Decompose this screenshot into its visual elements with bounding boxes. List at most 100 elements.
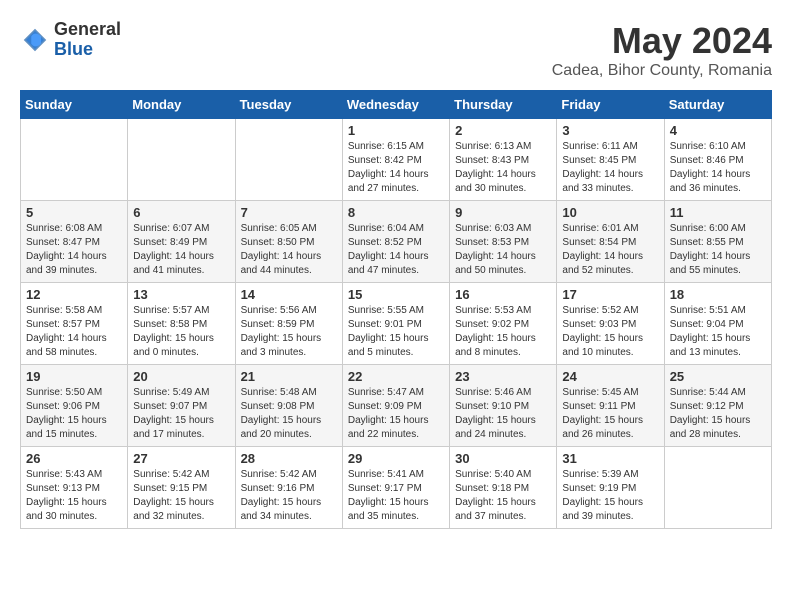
week-row-3: 12 Sunrise: 5:58 AM Sunset: 8:57 PM Dayli… — [21, 283, 772, 365]
logo-blue: Blue — [54, 40, 121, 60]
day-info: Sunrise: 6:00 AM Sunset: 8:55 PM Dayligh… — [670, 222, 766, 278]
month-title: May 2024 — [552, 20, 772, 62]
day-info: Sunrise: 5:41 AM Sunset: 9:17 PM Dayligh… — [348, 468, 444, 524]
day-info: Sunrise: 6:13 AM Sunset: 8:43 PM Dayligh… — [455, 140, 551, 196]
day-info: Sunrise: 5:40 AM Sunset: 9:18 PM Dayligh… — [455, 468, 551, 524]
day-cell: 1 Sunrise: 6:15 AM Sunset: 8:42 PM Daylig… — [342, 119, 449, 201]
day-number: 12 — [26, 287, 122, 302]
title-area: May 2024 Cadea, Bihor County, Romania — [552, 20, 772, 80]
day-cell: 26 Sunrise: 5:43 AM Sunset: 9:13 PM Dayli… — [21, 447, 128, 529]
day-number: 19 — [26, 369, 122, 384]
day-info: Sunrise: 5:53 AM Sunset: 9:02 PM Dayligh… — [455, 304, 551, 360]
day-number: 2 — [455, 123, 551, 138]
day-number: 6 — [133, 205, 229, 220]
day-number: 22 — [348, 369, 444, 384]
day-info: Sunrise: 5:58 AM Sunset: 8:57 PM Dayligh… — [26, 304, 122, 360]
weekday-header-wednesday: Wednesday — [342, 91, 449, 119]
day-number: 10 — [562, 205, 658, 220]
day-number: 11 — [670, 205, 766, 220]
day-cell: 27 Sunrise: 5:42 AM Sunset: 9:15 PM Dayli… — [128, 447, 235, 529]
day-info: Sunrise: 5:39 AM Sunset: 9:19 PM Dayligh… — [562, 468, 658, 524]
day-number: 31 — [562, 451, 658, 466]
week-row-5: 26 Sunrise: 5:43 AM Sunset: 9:13 PM Dayli… — [21, 447, 772, 529]
day-cell: 28 Sunrise: 5:42 AM Sunset: 9:16 PM Dayli… — [235, 447, 342, 529]
logo: General Blue — [20, 20, 121, 60]
day-cell: 11 Sunrise: 6:00 AM Sunset: 8:55 PM Dayli… — [664, 201, 771, 283]
day-info: Sunrise: 5:51 AM Sunset: 9:04 PM Dayligh… — [670, 304, 766, 360]
day-number: 25 — [670, 369, 766, 384]
day-info: Sunrise: 5:44 AM Sunset: 9:12 PM Dayligh… — [670, 386, 766, 442]
day-number: 27 — [133, 451, 229, 466]
day-info: Sunrise: 5:47 AM Sunset: 9:09 PM Dayligh… — [348, 386, 444, 442]
day-cell: 12 Sunrise: 5:58 AM Sunset: 8:57 PM Dayli… — [21, 283, 128, 365]
day-info: Sunrise: 6:04 AM Sunset: 8:52 PM Dayligh… — [348, 222, 444, 278]
day-cell: 13Sunrise: 5:57 AM Sunset: 8:58 PM Dayli… — [128, 283, 235, 365]
day-info: Sunrise: 5:43 AM Sunset: 9:13 PM Dayligh… — [26, 468, 122, 524]
day-cell: 30 Sunrise: 5:40 AM Sunset: 9:18 PM Dayli… — [450, 447, 557, 529]
day-info: Sunrise: 5:56 AM Sunset: 8:59 PM Dayligh… — [241, 304, 337, 360]
day-cell: 20 Sunrise: 5:49 AM Sunset: 9:07 PM Dayli… — [128, 365, 235, 447]
day-number: 28 — [241, 451, 337, 466]
day-number: 3 — [562, 123, 658, 138]
day-cell: 4 Sunrise: 6:10 AM Sunset: 8:46 PM Daylig… — [664, 119, 771, 201]
day-info: Sunrise: 5:49 AM Sunset: 9:07 PM Dayligh… — [133, 386, 229, 442]
day-cell: 24Sunrise: 5:45 AM Sunset: 9:11 PM Dayli… — [557, 365, 664, 447]
week-row-4: 19 Sunrise: 5:50 AM Sunset: 9:06 PM Dayli… — [21, 365, 772, 447]
calendar: SundayMondayTuesdayWednesdayThursdayFrid… — [20, 90, 772, 529]
day-info: Sunrise: 6:10 AM Sunset: 8:46 PM Dayligh… — [670, 140, 766, 196]
day-cell: 19 Sunrise: 5:50 AM Sunset: 9:06 PM Dayli… — [21, 365, 128, 447]
day-info: Sunrise: 6:15 AM Sunset: 8:42 PM Dayligh… — [348, 140, 444, 196]
weekday-header-row: SundayMondayTuesdayWednesdayThursdayFrid… — [21, 91, 772, 119]
day-cell: 6Sunrise: 6:07 AM Sunset: 8:49 PM Daylig… — [128, 201, 235, 283]
day-info: Sunrise: 5:55 AM Sunset: 9:01 PM Dayligh… — [348, 304, 444, 360]
week-row-1: 1 Sunrise: 6:15 AM Sunset: 8:42 PM Daylig… — [21, 119, 772, 201]
day-cell: 17Sunrise: 5:52 AM Sunset: 9:03 PM Dayli… — [557, 283, 664, 365]
day-cell: 2 Sunrise: 6:13 AM Sunset: 8:43 PM Daylig… — [450, 119, 557, 201]
day-number: 26 — [26, 451, 122, 466]
day-number: 21 — [241, 369, 337, 384]
day-info: Sunrise: 5:46 AM Sunset: 9:10 PM Dayligh… — [455, 386, 551, 442]
day-cell — [21, 119, 128, 201]
day-cell: 29Sunrise: 5:41 AM Sunset: 9:17 PM Dayli… — [342, 447, 449, 529]
day-info: Sunrise: 6:03 AM Sunset: 8:53 PM Dayligh… — [455, 222, 551, 278]
logo-general: General — [54, 20, 121, 40]
day-cell: 23Sunrise: 5:46 AM Sunset: 9:10 PM Dayli… — [450, 365, 557, 447]
weekday-header-friday: Friday — [557, 91, 664, 119]
logo-text: General Blue — [54, 20, 121, 60]
day-cell: 3 Sunrise: 6:11 AM Sunset: 8:45 PM Daylig… — [557, 119, 664, 201]
day-number: 20 — [133, 369, 229, 384]
day-number: 30 — [455, 451, 551, 466]
logo-icon — [20, 25, 50, 55]
day-number: 4 — [670, 123, 766, 138]
weekday-header-monday: Monday — [128, 91, 235, 119]
day-cell: 14Sunrise: 5:56 AM Sunset: 8:59 PM Dayli… — [235, 283, 342, 365]
day-cell: 25 Sunrise: 5:44 AM Sunset: 9:12 PM Dayli… — [664, 365, 771, 447]
day-info: Sunrise: 6:11 AM Sunset: 8:45 PM Dayligh… — [562, 140, 658, 196]
page-header: General Blue May 2024 Cadea, Bihor Count… — [20, 20, 772, 80]
week-row-2: 5Sunrise: 6:08 AM Sunset: 8:47 PM Daylig… — [21, 201, 772, 283]
day-info: Sunrise: 5:48 AM Sunset: 9:08 PM Dayligh… — [241, 386, 337, 442]
weekday-header-saturday: Saturday — [664, 91, 771, 119]
day-number: 1 — [348, 123, 444, 138]
day-cell: 9 Sunrise: 6:03 AM Sunset: 8:53 PM Daylig… — [450, 201, 557, 283]
day-info: Sunrise: 5:42 AM Sunset: 9:15 PM Dayligh… — [133, 468, 229, 524]
weekday-header-tuesday: Tuesday — [235, 91, 342, 119]
day-info: Sunrise: 5:57 AM Sunset: 8:58 PM Dayligh… — [133, 304, 229, 360]
day-cell: 21 Sunrise: 5:48 AM Sunset: 9:08 PM Dayli… — [235, 365, 342, 447]
day-number: 9 — [455, 205, 551, 220]
day-number: 7 — [241, 205, 337, 220]
day-number: 5 — [26, 205, 122, 220]
day-cell: 5Sunrise: 6:08 AM Sunset: 8:47 PM Daylig… — [21, 201, 128, 283]
day-cell: 16Sunrise: 5:53 AM Sunset: 9:02 PM Dayli… — [450, 283, 557, 365]
weekday-header-sunday: Sunday — [21, 91, 128, 119]
day-number: 18 — [670, 287, 766, 302]
day-cell: 15Sunrise: 5:55 AM Sunset: 9:01 PM Dayli… — [342, 283, 449, 365]
day-cell — [128, 119, 235, 201]
day-cell: 8Sunrise: 6:04 AM Sunset: 8:52 PM Daylig… — [342, 201, 449, 283]
day-cell — [664, 447, 771, 529]
day-number: 17 — [562, 287, 658, 302]
day-cell — [235, 119, 342, 201]
day-info: Sunrise: 5:50 AM Sunset: 9:06 PM Dayligh… — [26, 386, 122, 442]
day-cell: 31 Sunrise: 5:39 AM Sunset: 9:19 PM Dayli… — [557, 447, 664, 529]
day-info: Sunrise: 5:42 AM Sunset: 9:16 PM Dayligh… — [241, 468, 337, 524]
